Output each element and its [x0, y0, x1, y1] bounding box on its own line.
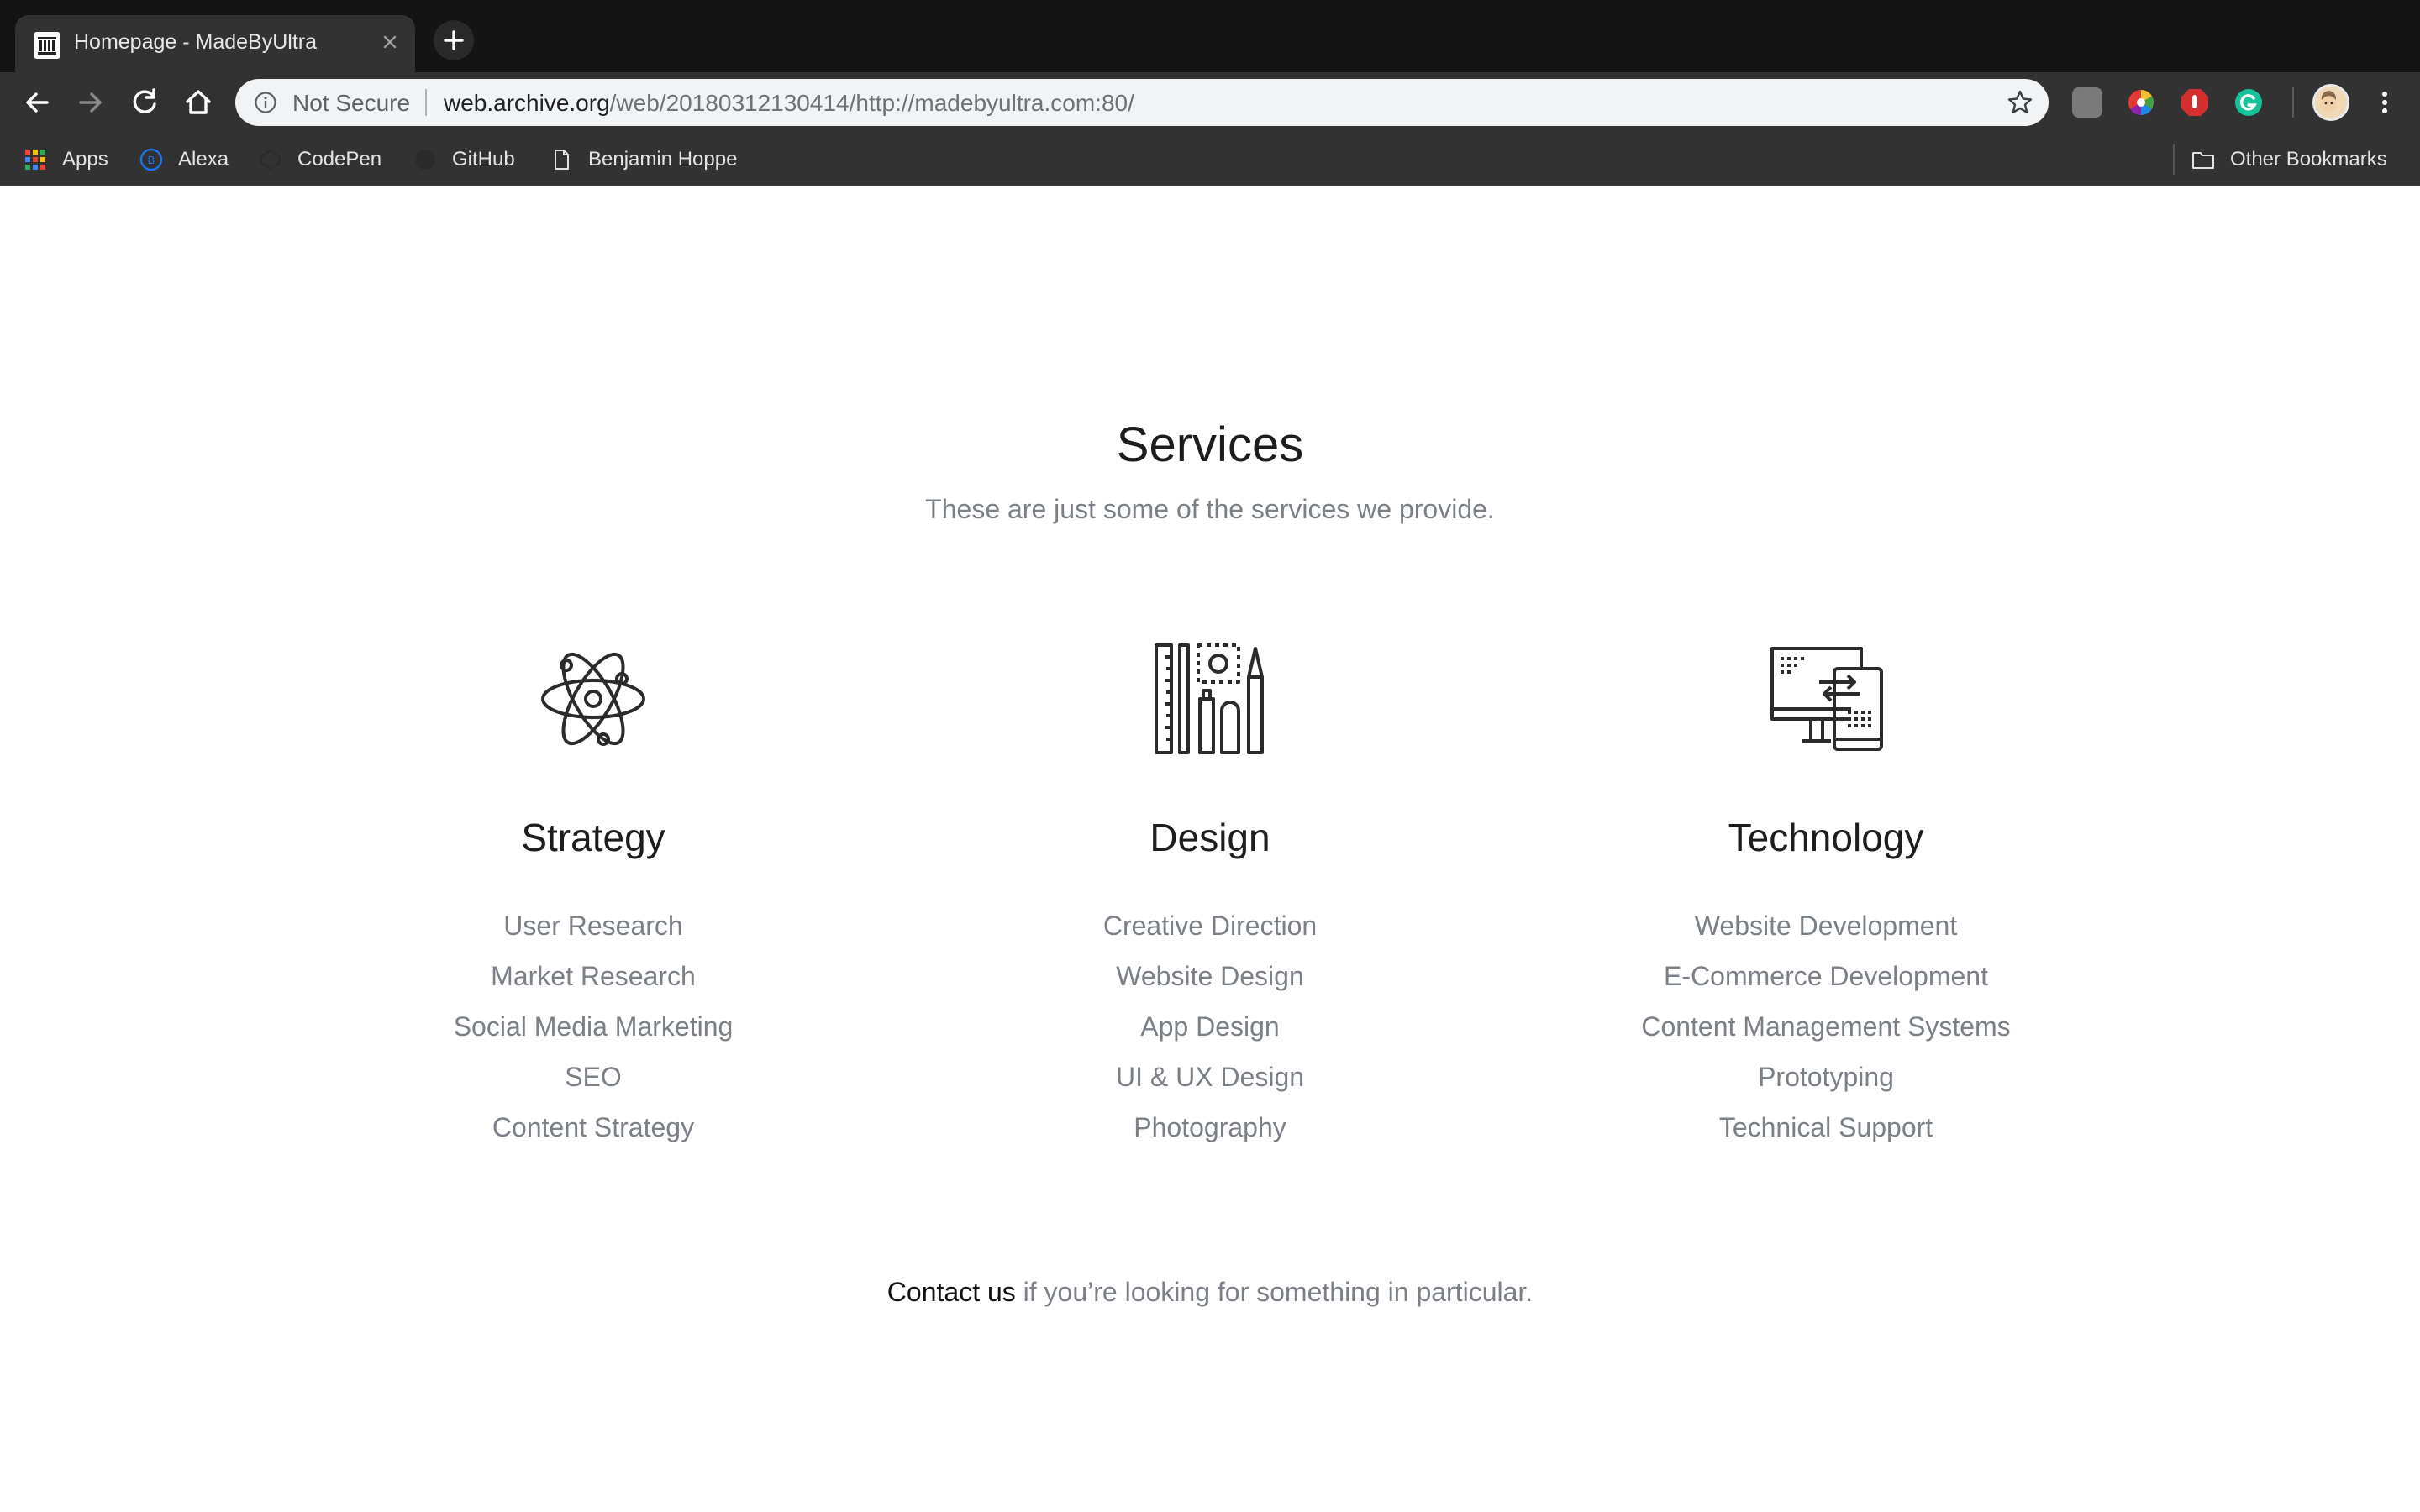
- service-item: UI & UX Design: [1115, 1062, 1305, 1092]
- more-menu-icon[interactable]: [2370, 87, 2400, 118]
- apps-grid-icon: [25, 150, 45, 170]
- svg-text:B: B: [148, 154, 155, 166]
- column-title: Strategy: [521, 816, 666, 859]
- contact-us-link[interactable]: Contact us: [887, 1277, 1016, 1307]
- design-tools-icon: [1155, 643, 1264, 754]
- column-title: Technology: [1728, 816, 1924, 859]
- service-item: Social Media Marketing: [453, 1011, 734, 1042]
- service-list: Creative Direction Website Design App De…: [916, 900, 1504, 1152]
- column-title: Design: [1150, 816, 1270, 859]
- home-icon[interactable]: [180, 84, 217, 121]
- devices-icon: [1770, 647, 1883, 751]
- star-bookmark-icon[interactable]: [2007, 89, 2033, 116]
- alexa-icon: B: [139, 148, 163, 171]
- service-item: Content Strategy: [492, 1112, 695, 1142]
- service-item: Market Research: [491, 961, 696, 991]
- forward-arrow-icon[interactable]: [72, 84, 109, 121]
- bookmark-alexa[interactable]: B Alexa: [139, 144, 229, 175]
- archive-favicon-icon: [34, 32, 60, 59]
- url-path: /web/20180312130414/http://madebyultra.c…: [609, 90, 1134, 116]
- avatar-face-icon: [2320, 91, 2337, 113]
- service-item: Prototyping: [1758, 1062, 1894, 1092]
- security-label: Not Secure: [292, 90, 411, 116]
- back-arrow-icon[interactable]: [18, 84, 55, 121]
- bookmark-label: Other Bookmarks: [2230, 148, 2387, 171]
- address-bar[interactable]: Not Secure web.archive.org/web/201803121…: [235, 79, 2049, 126]
- services-heading: Services: [1116, 417, 1304, 472]
- page-icon: [555, 150, 569, 170]
- contact-prompt-text: if you’re looking for something in parti…: [1015, 1277, 1534, 1307]
- services-column-strategy: Strategy User Research Market Research S…: [299, 640, 887, 1152]
- profile-avatar[interactable]: [2312, 84, 2349, 121]
- grammarly-extension-icon[interactable]: [2233, 87, 2264, 118]
- page-content: Services These are just some of the serv…: [0, 186, 2420, 1512]
- service-item: Content Management Systems: [1641, 1011, 2011, 1042]
- service-item: Website Development: [1694, 911, 1958, 941]
- color-wheel-extension-icon[interactable]: [2126, 87, 2156, 118]
- url-host: web.archive.org: [444, 90, 610, 116]
- address-divider: [425, 89, 427, 116]
- bookmark-label: CodePen: [297, 148, 382, 171]
- bookmark-label: GitHub: [452, 148, 515, 171]
- services-column-design: Design Creative Direction Website Design…: [916, 640, 1504, 1152]
- service-item: Technical Support: [1718, 1112, 1933, 1142]
- url-text[interactable]: web.archive.org/web/20180312130414/http:…: [444, 90, 1134, 117]
- close-icon[interactable]: [378, 30, 402, 54]
- service-list: Website Development E-Commerce Developme…: [1532, 900, 2120, 1152]
- service-list: User Research Market Research Social Med…: [299, 900, 887, 1152]
- services-subtitle: These are just some of the services we p…: [925, 494, 1495, 524]
- extension-hp-icon[interactable]: [2072, 87, 2102, 118]
- atom-icon: [541, 652, 645, 746]
- bookmark-benjamin-hoppe[interactable]: Benjamin Hoppe: [550, 144, 737, 175]
- codepen-icon: [260, 149, 281, 171]
- service-item: App Design: [1140, 1011, 1280, 1042]
- bookmarks-bar: Apps B Alexa CodePen GitHub Benjamin Hop…: [0, 133, 2420, 186]
- service-item: User Research: [503, 911, 683, 941]
- bookmark-apps[interactable]: Apps: [24, 144, 108, 175]
- github-icon: [415, 150, 435, 170]
- new-tab-plus-icon[interactable]: [434, 20, 474, 60]
- browser-toolbar: Not Secure web.archive.org/web/201803121…: [0, 72, 2420, 133]
- service-item: E-Commerce Development: [1664, 961, 1988, 991]
- bookmark-github[interactable]: GitHub: [413, 144, 515, 175]
- browser-chrome: Homepage - MadeByUltra Not Secure web.ar…: [0, 0, 2420, 186]
- toolbar-divider: [2292, 87, 2294, 118]
- bookmark-label: Benjamin Hoppe: [588, 148, 738, 171]
- bookmark-codepen[interactable]: CodePen: [259, 144, 381, 175]
- bookmark-label: Alexa: [178, 148, 229, 171]
- contact-prompt: Contact us if you’re looking for somethi…: [0, 1277, 2420, 1308]
- service-item: Creative Direction: [1102, 911, 1318, 941]
- browser-tab[interactable]: Homepage - MadeByUltra: [15, 15, 415, 72]
- folder-icon: [2192, 152, 2214, 169]
- service-item: SEO: [565, 1062, 622, 1092]
- services-column-technology: Technology Website Development E-Commerc…: [1532, 640, 2120, 1152]
- service-item: Photography: [1134, 1112, 1286, 1142]
- info-icon[interactable]: [254, 91, 277, 114]
- adblock-extension-icon[interactable]: [2180, 87, 2210, 118]
- service-item: Website Design: [1116, 961, 1304, 991]
- reload-icon[interactable]: [126, 84, 163, 121]
- tab-title: Homepage - MadeByUltra: [74, 30, 318, 54]
- tab-strip: Homepage - MadeByUltra: [0, 0, 2420, 72]
- bookmark-label: Apps: [62, 148, 108, 171]
- bookmark-other-bookmarks[interactable]: Other Bookmarks: [2173, 144, 2387, 175]
